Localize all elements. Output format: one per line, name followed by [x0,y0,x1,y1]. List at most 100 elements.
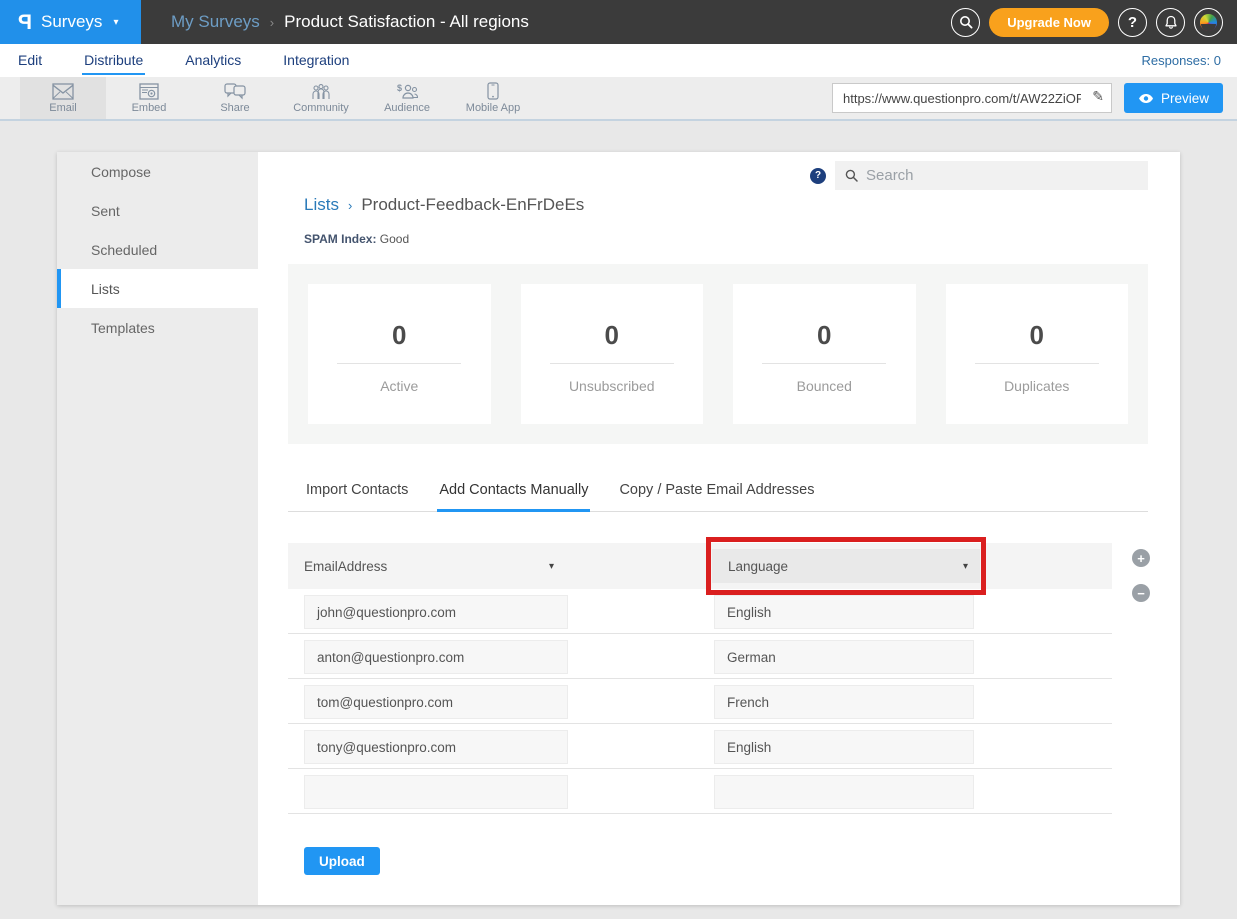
email-field[interactable]: tony@questionpro.com [304,730,568,764]
edit-url-icon[interactable]: ✎ [1092,88,1104,105]
community-icon [310,83,332,100]
email-icon [52,83,74,100]
product-label: Surveys [41,12,102,32]
search-input[interactable] [866,167,1138,184]
tab-import-contacts[interactable]: Import Contacts [304,474,410,512]
contact-row: john@questionpro.com English [288,589,1112,634]
eye-icon [1138,93,1154,104]
nav-distribute[interactable]: Distribute [82,46,145,75]
preview-label: Preview [1161,91,1209,106]
email-field[interactable] [304,775,568,809]
svg-text:$: $ [397,83,402,93]
email-field[interactable]: tom@questionpro.com [304,685,568,719]
email-column-dropdown[interactable]: EmailAddress ▾ [288,549,566,583]
contact-row: tom@questionpro.com French [288,679,1112,724]
language-field[interactable]: German [714,640,974,674]
contacts-tabs: Import Contacts Add Contacts Manually Co… [288,474,1148,512]
stat-value: 0 [817,320,831,351]
email-column-value: EmailAddress [304,559,387,574]
sidebar-item-lists[interactable]: Lists [57,269,258,308]
bell-icon [1164,15,1178,30]
stat-card-unsubscribed: 0 Unsubscribed [521,284,704,424]
language-field[interactable] [714,775,974,809]
toolbar-embed[interactable]: Embed [106,77,192,119]
stat-label: Bounced [797,378,852,394]
contact-row: tony@questionpro.com English [288,724,1112,769]
sidebar-item-templates[interactable]: Templates [57,308,258,347]
survey-url-input[interactable] [832,83,1112,113]
upload-button[interactable]: Upload [304,847,380,875]
toolbar-mobile-app[interactable]: Mobile App [450,77,536,119]
help-button[interactable]: ? [1118,8,1147,37]
distribute-toolbar: Email Embed Share Community $ Audience M… [0,77,1237,121]
language-column-dropdown[interactable]: Language ▾ [712,549,980,583]
sidebar-item-scheduled[interactable]: Scheduled [57,230,258,269]
list-search [835,161,1148,190]
toolbar-email-label: Email [49,102,77,114]
chevron-down-icon: ▾ [963,561,968,572]
stat-label: Active [380,378,418,394]
chevron-down-icon: ▾ [549,561,554,572]
toolbar-share-label: Share [220,102,249,114]
breadcrumb: My Surveys › Product Satisfaction - All … [141,0,951,44]
share-icon [224,83,246,100]
nav-edit[interactable]: Edit [16,46,44,75]
responses-count[interactable]: Responses: 0 [1142,53,1222,68]
upgrade-now-button[interactable]: Upgrade Now [989,8,1109,37]
toolbar-community-label: Community [293,102,349,114]
toolbar-email[interactable]: Email [20,77,106,119]
contextual-help-icon[interactable]: ? [810,168,826,184]
stat-value: 0 [392,320,406,351]
toolbar-share[interactable]: Share [192,77,278,119]
account-menu[interactable] [1194,8,1223,37]
audience-icon: $ [395,83,419,100]
search-icon [959,15,973,29]
page-title: Product Satisfaction - All regions [284,12,529,32]
stat-card-active: 0 Active [308,284,491,424]
add-row-button[interactable]: + [1132,549,1150,567]
account-avatar-icon [1200,14,1217,31]
remove-row-button[interactable]: − [1132,584,1150,602]
chevron-down-icon: ▾ [113,17,118,28]
stat-card-bounced: 0 Bounced [733,284,916,424]
questionpro-logo-icon: P [18,12,32,33]
embed-icon [139,83,159,100]
stat-value: 0 [1030,320,1044,351]
tab-add-contacts-manually[interactable]: Add Contacts Manually [437,474,590,512]
toolbar-audience[interactable]: $ Audience [364,77,450,119]
contact-row [288,769,1112,814]
sidebar-item-compose[interactable]: Compose [57,152,258,191]
stat-card-duplicates: 0 Duplicates [946,284,1129,424]
search-icon [845,169,858,182]
stat-value: 0 [605,320,619,351]
spam-index-value: Good [380,232,409,246]
language-field[interactable]: French [714,685,974,719]
breadcrumb-my-surveys[interactable]: My Surveys [171,12,260,32]
language-field[interactable]: English [714,730,974,764]
sidebar-item-sent[interactable]: Sent [57,191,258,230]
nav-integration[interactable]: Integration [281,46,351,75]
preview-button[interactable]: Preview [1124,83,1223,113]
add-contacts-form: EmailAddress ▾ Language ▾ + − john@quest… [288,543,1112,875]
email-field[interactable]: john@questionpro.com [304,595,568,629]
language-column-value: Language [728,559,788,574]
breadcrumb-separator: › [348,198,352,213]
search-button[interactable] [951,8,980,37]
toolbar-community[interactable]: Community [278,77,364,119]
nav-analytics[interactable]: Analytics [183,46,243,75]
email-field[interactable]: anton@questionpro.com [304,640,568,674]
question-mark-icon: ? [1128,14,1137,31]
topbar-actions: Upgrade Now ? [951,0,1237,44]
tab-copy-paste-email-addresses[interactable]: Copy / Paste Email Addresses [617,474,816,512]
contact-row: anton@questionpro.com German [288,634,1112,679]
stat-label: Unsubscribed [569,378,655,394]
survey-nav: Edit Distribute Analytics Integration Re… [0,44,1237,77]
spam-index-label: SPAM Index: [304,232,376,246]
notifications-button[interactable] [1156,8,1185,37]
lists-content: ? Lists › Product-Feedback-EnFrDeEs SPAM… [258,152,1180,905]
product-switcher[interactable]: P Surveys ▾ [0,0,141,44]
mobile-app-icon [487,82,499,100]
spam-index: SPAM Index: Good [304,232,1180,246]
breadcrumb-lists-link[interactable]: Lists [304,195,339,215]
language-field[interactable]: English [714,595,974,629]
